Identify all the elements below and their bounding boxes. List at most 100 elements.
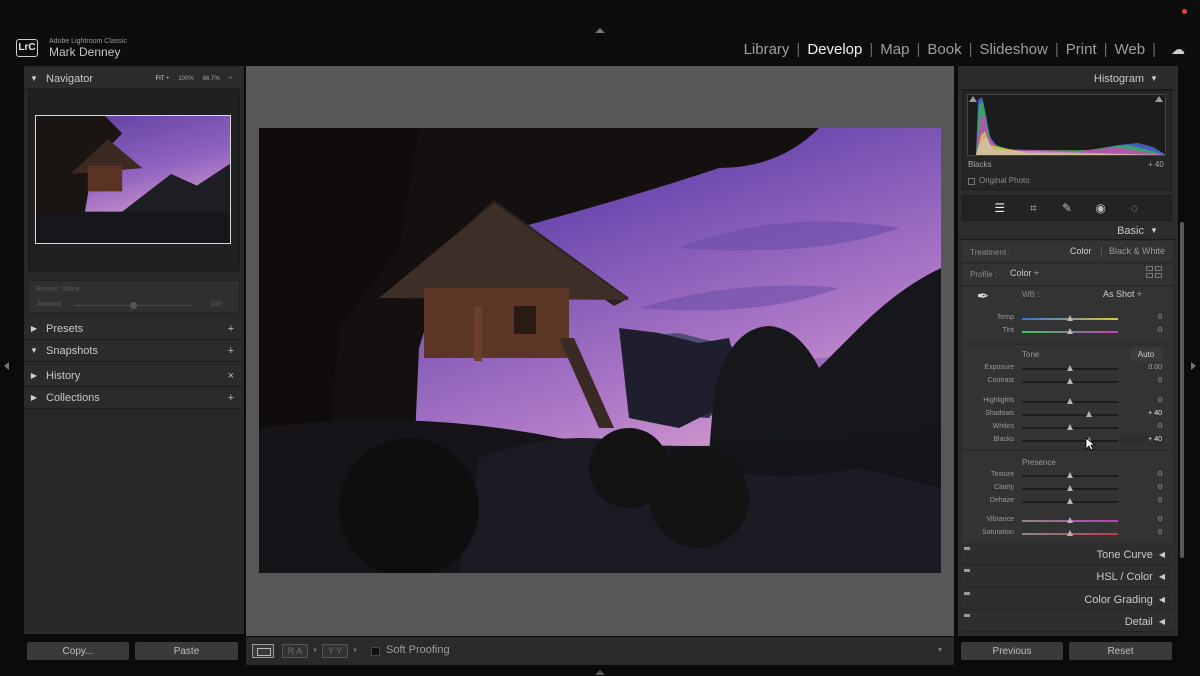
clarity-slider-knob[interactable] <box>1066 485 1073 491</box>
loupe-view-button[interactable] <box>252 644 274 658</box>
edit-sliders-icon[interactable]: ☰ <box>992 201 1008 215</box>
module-map[interactable]: Map <box>878 41 911 58</box>
masking-icon[interactable]: ◌ <box>1126 201 1142 215</box>
before-after-tb-button[interactable]: Y Y <box>322 644 348 658</box>
saturation-value[interactable]: 0 <box>1122 529 1162 536</box>
vibrance-label: Vibrance <box>986 516 1014 523</box>
zoom-66[interactable]: 66.7% <box>203 76 220 82</box>
user-name[interactable]: Mark Denney <box>49 45 120 59</box>
wb-dropdown[interactable]: As Shot ÷ <box>1103 289 1142 299</box>
right-panel-scrollbar[interactable] <box>1180 222 1184 558</box>
temp-value[interactable]: 0 <box>1122 314 1162 321</box>
module-book[interactable]: Book <box>925 41 963 58</box>
vibrance-slider-knob[interactable] <box>1066 517 1073 523</box>
filmstrip-toggle-icon[interactable] <box>595 670 605 675</box>
clarity-value[interactable]: 0 <box>1122 484 1162 491</box>
highlight-clipping-icon[interactable] <box>1155 96 1163 102</box>
navigator-thumbnail[interactable] <box>35 115 231 244</box>
amount-slider-knob[interactable] <box>129 302 137 309</box>
before-after-swap-dropdown-icon[interactable]: ▼ <box>352 648 358 654</box>
profile-dropdown[interactable]: Color ÷ <box>1010 268 1039 278</box>
color-grading-header[interactable]: Color Grading ◀ <box>962 590 1173 610</box>
panel-switch-icon[interactable] <box>964 569 970 572</box>
exposure-value[interactable]: 0.00 <box>1122 364 1162 371</box>
texture-slider-knob[interactable] <box>1066 472 1073 478</box>
add-collection-icon[interactable]: + <box>228 392 234 404</box>
treatment-bw-option[interactable]: Black & White <box>1109 246 1165 256</box>
blacks-slider-track[interactable] <box>1022 440 1118 442</box>
original-photo-checkbox[interactable] <box>968 178 975 185</box>
cloud-sync-icon[interactable]: ☁ <box>1171 41 1185 58</box>
soft-proofing-checkbox[interactable] <box>371 647 380 656</box>
texture-value[interactable]: 0 <box>1122 471 1162 478</box>
hsl-color-header[interactable]: HSL / Color ◀ <box>962 567 1173 587</box>
main-photo[interactable] <box>259 128 941 573</box>
previous-button[interactable]: Previous <box>961 642 1063 660</box>
presets-header[interactable]: ▶ Presets + <box>24 318 242 340</box>
right-panel-toggle-icon[interactable] <box>1191 362 1196 370</box>
toolbar-options-dropdown-icon[interactable]: ▼ <box>930 644 950 658</box>
auto-tone-button[interactable]: Auto <box>1130 348 1162 361</box>
shadows-slider-track[interactable] <box>1022 414 1118 416</box>
notification-dot[interactable] <box>1182 9 1187 14</box>
dehaze-slider-knob[interactable] <box>1066 498 1073 504</box>
tint-slider-knob[interactable] <box>1066 328 1073 334</box>
detail-header[interactable]: Detail ◀ <box>962 612 1173 632</box>
zoom-100[interactable]: 100% <box>178 76 193 82</box>
contrast-value[interactable]: 0 <box>1122 377 1162 384</box>
contrast-slider-knob[interactable] <box>1066 378 1073 384</box>
collections-header[interactable]: ▶ Collections + <box>24 387 242 409</box>
module-develop[interactable]: Develop <box>805 41 864 58</box>
histogram-graph[interactable] <box>967 94 1166 156</box>
shadows-slider-knob[interactable] <box>1085 411 1092 417</box>
snapshots-header[interactable]: ▼ Snapshots + <box>24 340 242 362</box>
treatment-color-option[interactable]: Color <box>1070 246 1092 256</box>
highlights-slider-knob[interactable] <box>1066 398 1073 404</box>
dehaze-label: Dehaze <box>989 497 1014 504</box>
add-preset-icon[interactable]: + <box>228 323 234 335</box>
basic-header[interactable]: Basic ▼ <box>958 222 1176 240</box>
profile-browser-icon[interactable] <box>1146 266 1162 278</box>
tone-curve-header[interactable]: Tone Curve ◀ <box>962 545 1173 565</box>
panel-switch-icon[interactable] <box>964 614 970 617</box>
module-library[interactable]: Library <box>742 41 792 58</box>
temp-slider-knob[interactable] <box>1066 315 1073 321</box>
histogram-header[interactable]: Histogram ▼ <box>958 68 1176 90</box>
panel-switch-icon[interactable] <box>964 592 970 595</box>
crop-icon[interactable]: ⌗ <box>1025 201 1041 215</box>
module-separator: | <box>796 41 801 58</box>
top-panel-toggle-icon[interactable] <box>595 28 605 33</box>
left-panel-toggle-icon[interactable] <box>4 362 9 370</box>
before-after-lr-button[interactable]: R A <box>282 644 308 658</box>
blacks-value[interactable]: + 40 <box>1122 436 1162 443</box>
dehaze-value[interactable]: 0 <box>1122 497 1162 504</box>
shadow-clipping-icon[interactable] <box>969 96 977 102</box>
red-eye-icon[interactable]: ◉ <box>1093 201 1109 215</box>
module-slideshow[interactable]: Slideshow <box>977 41 1049 58</box>
treatment-divider <box>1101 246 1102 257</box>
shadows-value[interactable]: + 40 <box>1122 410 1162 417</box>
paste-button[interactable]: Paste <box>135 642 238 660</box>
vibrance-value[interactable]: 0 <box>1122 516 1162 523</box>
module-web[interactable]: Web <box>1113 41 1148 58</box>
clear-history-icon[interactable]: × <box>228 370 234 382</box>
exposure-label: Exposure <box>984 364 1014 371</box>
reset-button[interactable]: Reset <box>1069 642 1172 660</box>
whites-value[interactable]: 0 <box>1122 423 1162 430</box>
saturation-slider-knob[interactable] <box>1066 530 1073 536</box>
module-print[interactable]: Print <box>1064 41 1099 58</box>
history-header[interactable]: ▶ History × <box>24 365 242 387</box>
wb-eyedropper-icon[interactable]: ✒ <box>970 287 996 309</box>
navigator-header[interactable]: ▼ Navigator FIT ÷ 100% 66.7% ÷ <box>24 68 242 90</box>
highlights-value[interactable]: 0 <box>1122 397 1162 404</box>
zoom-more[interactable]: ÷ <box>229 76 232 82</box>
zoom-fit[interactable]: FIT ÷ <box>155 76 169 82</box>
exposure-slider-knob[interactable] <box>1066 365 1073 371</box>
copy-button[interactable]: Copy... <box>27 642 129 660</box>
whites-slider-knob[interactable] <box>1066 424 1073 430</box>
before-after-dropdown-icon[interactable]: ▼ <box>312 648 318 654</box>
healing-icon[interactable]: ✎ <box>1059 201 1075 215</box>
tint-value[interactable]: 0 <box>1122 327 1162 334</box>
panel-switch-icon[interactable] <box>964 547 970 550</box>
add-snapshot-icon[interactable]: + <box>228 345 234 357</box>
